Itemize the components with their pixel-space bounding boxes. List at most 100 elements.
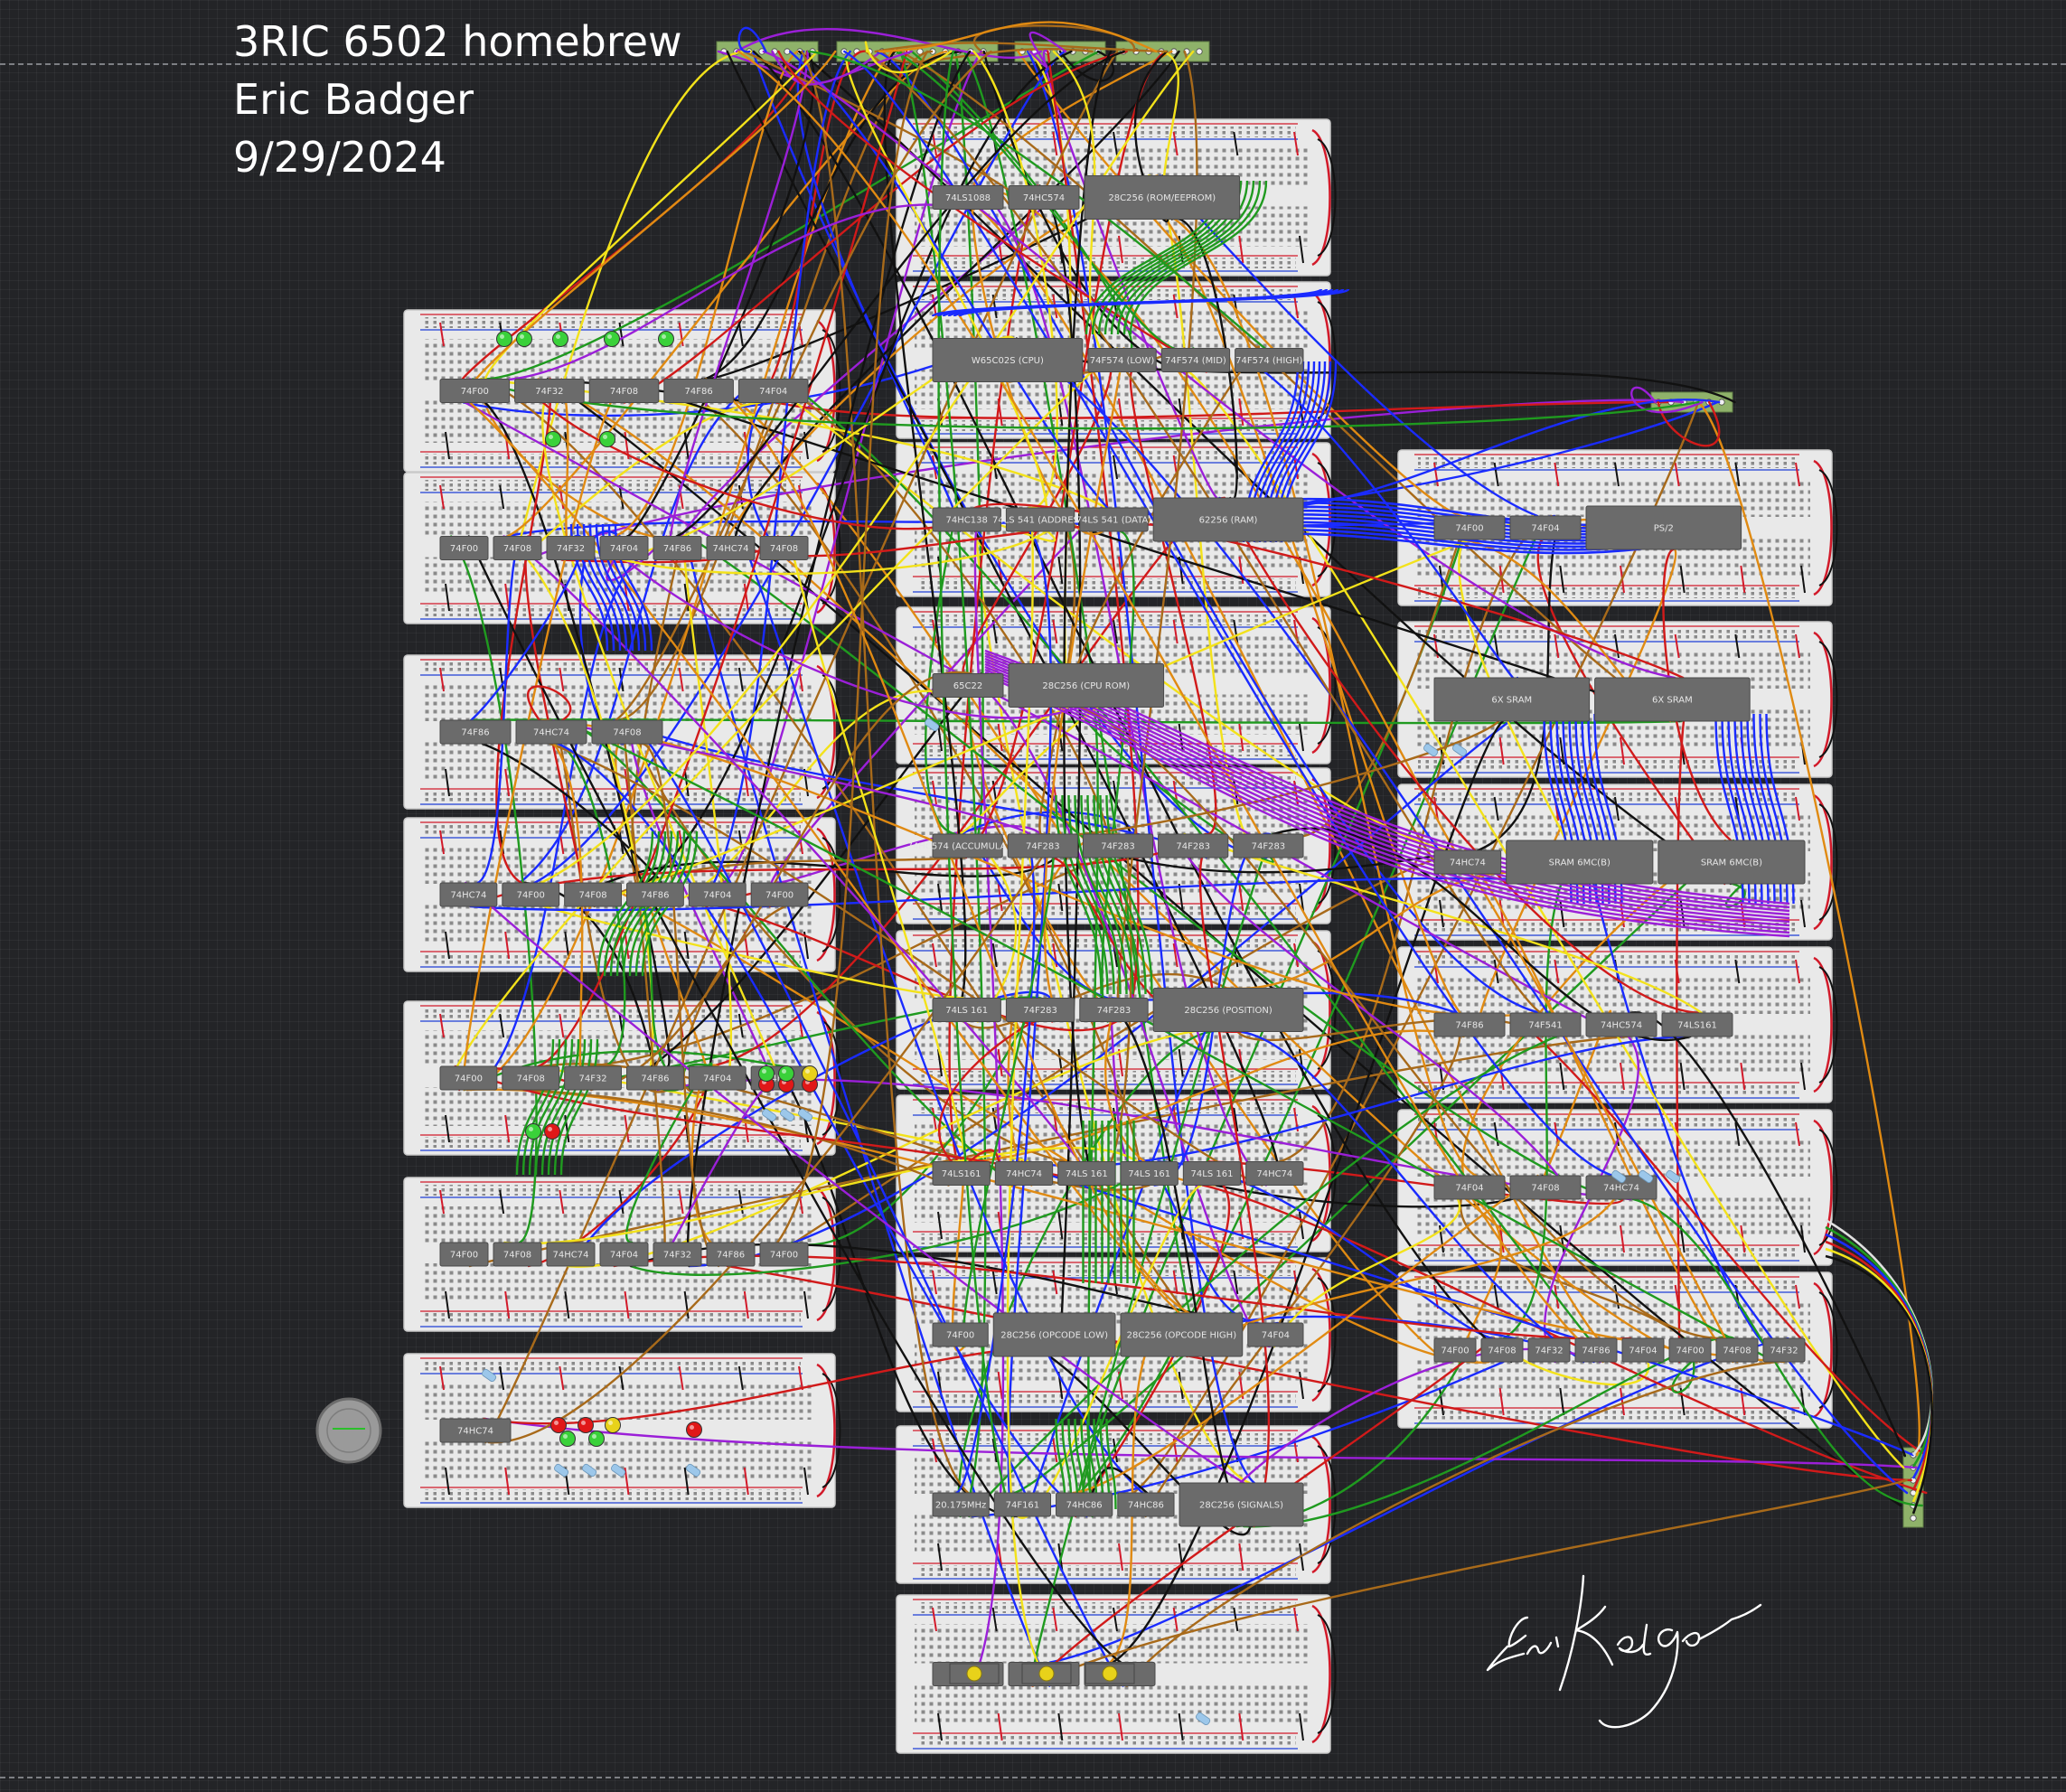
ic-chip[interactable]: 74F08 — [502, 1065, 560, 1091]
ic-chip[interactable]: 74F283 — [1079, 998, 1149, 1022]
ic-chip[interactable]: 74LS 541 (ADDRESS) — [992, 507, 1088, 532]
potentiometer[interactable] — [1085, 1663, 1135, 1684]
potentiometer[interactable] — [1021, 1663, 1072, 1684]
ic-chip[interactable]: 74F32 — [1762, 1337, 1806, 1363]
ic-chip[interactable]: 74F08 — [588, 379, 660, 403]
chip-label: 74F00 — [946, 1331, 974, 1341]
ic-chip[interactable]: 74HC74 — [515, 719, 587, 745]
ic-chip[interactable]: 74LS 541 (DATA) — [1076, 507, 1152, 532]
schematic-canvas[interactable]: 74F00 74F32 74F08 74F86 74F04 74F00 74F08 74F32… — [0, 0, 2066, 1792]
ic-chip[interactable]: 74F04 — [599, 1242, 649, 1267]
ic-chip[interactable]: 74F04 — [1621, 1337, 1665, 1363]
ic-chip[interactable]: 74F32 — [514, 379, 585, 403]
ic-chip[interactable]: 6X SRAM — [1433, 677, 1591, 722]
ic-chip[interactable]: 74LS 161 — [1120, 1161, 1179, 1186]
ic-chip[interactable]: 74F574 (LOW) — [1087, 348, 1157, 372]
ic-chip[interactable]: 74F86 — [706, 1242, 756, 1267]
ic-chip[interactable]: PS/2 — [1585, 505, 1742, 550]
ic-chip[interactable]: 74F86 — [1574, 1337, 1618, 1363]
ic-chip[interactable]: 74HC74 — [706, 536, 756, 560]
ic-chip[interactable]: 74F08 — [591, 719, 663, 745]
ic-chip[interactable]: 74F00 — [1433, 515, 1506, 540]
potentiometer[interactable] — [949, 1663, 1000, 1684]
ic-chip[interactable]: 74F04 — [1247, 1322, 1304, 1347]
ic-chip[interactable]: 74F541 — [1509, 1012, 1582, 1037]
ic-chip[interactable]: 74LS 161 — [1182, 1161, 1242, 1186]
ic-chip[interactable]: 74F32 — [546, 536, 596, 560]
ic-chip[interactable]: 28C256 (POSITION) — [1152, 988, 1304, 1032]
ic-chip[interactable]: 74F00 — [439, 536, 489, 560]
ic-chip[interactable]: 74F08 — [1715, 1337, 1759, 1363]
ic-chip[interactable]: 74F00 — [439, 1065, 498, 1091]
ic-chip[interactable]: 74F04 — [688, 1065, 747, 1091]
ic-chip[interactable]: 74F08 — [493, 536, 542, 560]
ic-chip[interactable]: 74LS1088 — [932, 185, 1004, 210]
ic-chip[interactable]: 65C22 — [932, 673, 1004, 698]
ic-chip[interactable]: 28C256 (ROM/EEPROM) — [1084, 175, 1241, 220]
ic-chip[interactable]: 74F283 — [1005, 998, 1075, 1022]
ic-chip[interactable]: 74F32 — [653, 1242, 702, 1267]
ic-chip[interactable]: 28C256 (CPU ROM) — [1008, 663, 1165, 708]
ic-chip[interactable]: 74F00 — [759, 1242, 809, 1267]
ic-chip[interactable]: 74F08 — [493, 1242, 542, 1267]
ic-chip[interactable]: 74HC74 — [546, 1242, 596, 1267]
ic-chip[interactable]: 74F08 — [564, 882, 623, 907]
ic-chip[interactable]: 74F04 — [688, 882, 747, 907]
ic-chip[interactable]: 74F86 — [663, 379, 734, 403]
ic-chip[interactable]: 62256 (RAM) — [1152, 497, 1304, 542]
chip-label: 74F86 — [663, 544, 691, 554]
ic-chip[interactable]: 74F86 — [439, 719, 512, 745]
ic-chip[interactable]: 74F00 — [439, 1242, 489, 1267]
ic-chip[interactable]: 74F161 — [993, 1492, 1052, 1517]
ic-chip[interactable]: 74F04 — [1509, 515, 1582, 540]
ic-chip[interactable]: 74HC74 — [439, 882, 498, 907]
ic-chip[interactable]: 74HC74 — [1433, 849, 1502, 875]
ic-chip[interactable]: 74HC574 — [1008, 185, 1080, 210]
ic-chip[interactable]: 74HC74 — [439, 1418, 512, 1443]
ic-chip[interactable]: 74LS 161 — [932, 998, 1001, 1022]
ic-chip[interactable]: 74F00 — [1668, 1337, 1712, 1363]
ic-chip[interactable]: 74HC574 — [1585, 1012, 1657, 1037]
ic-chip[interactable]: 74HC74 — [994, 1161, 1054, 1186]
ic-chip[interactable]: 74LS161 — [1661, 1012, 1733, 1037]
ic-chip[interactable]: 74F04 — [737, 379, 809, 403]
ic-chip[interactable]: 74LS 161 — [1057, 1161, 1116, 1186]
chip-label: 74HC74 — [1603, 1184, 1639, 1194]
ic-chip[interactable]: 28C256 (OPCODE LOW) — [992, 1312, 1116, 1357]
ic-chip[interactable]: 74HC138 — [932, 507, 1001, 532]
ic-chip[interactable]: 74F86 — [626, 1065, 684, 1091]
ic-chip[interactable]: 74F283 — [1007, 833, 1078, 858]
ic-chip[interactable]: 74F00 — [1433, 1337, 1477, 1363]
ic-chip[interactable]: 74F574 (HIGH) — [1235, 348, 1304, 372]
chip-label: 74F283 — [1252, 842, 1286, 852]
ic-chip[interactable]: 74F574 (MID) — [1160, 348, 1231, 372]
ic-chip[interactable]: W65C02S (CPU) — [932, 338, 1084, 382]
ic-chip[interactable]: 74F00 — [750, 882, 809, 907]
ic-chip[interactable]: 74F32 — [564, 1065, 623, 1091]
ic-chip[interactable]: 74HC86 — [1117, 1492, 1175, 1517]
ic-chip[interactable]: 74F00 — [502, 882, 560, 907]
ic-chip[interactable]: SRAM 6MC(B) — [1506, 840, 1654, 885]
ic-chip[interactable]: 28C256 (OPCODE HIGH) — [1120, 1312, 1244, 1357]
ic-chip[interactable]: SRAM 6MC(B) — [1657, 840, 1806, 885]
ic-chip[interactable]: 74F283 — [1082, 833, 1154, 858]
ic-chip[interactable]: 74F86 — [653, 536, 702, 560]
ic-chip[interactable]: 74F86 — [626, 882, 684, 907]
ic-chip[interactable]: 74F08 — [759, 536, 809, 560]
ic-chip[interactable]: 74LS161 — [932, 1161, 991, 1186]
ic-chip[interactable]: 74F08 — [1480, 1337, 1524, 1363]
ic-chip[interactable]: 74F08 — [1509, 1175, 1582, 1200]
ic-chip[interactable]: 74F86 — [1433, 1012, 1506, 1037]
ic-chip[interactable]: 74F32 — [1527, 1337, 1571, 1363]
ic-chip[interactable]: 74HC86 — [1056, 1492, 1113, 1517]
ic-chip[interactable]: 6X SRAM — [1594, 677, 1751, 722]
ic-chip[interactable]: 74F283 — [1233, 833, 1304, 858]
ic-chip[interactable]: 74F283 — [1158, 833, 1229, 858]
ic-chip[interactable]: 28C256 (SIGNALS) — [1179, 1482, 1304, 1527]
ic-chip[interactable]: 74F00 — [932, 1322, 989, 1347]
ic-chip[interactable]: 74F04 — [599, 536, 649, 560]
ic-chip[interactable]: 20.175MHz — [932, 1492, 990, 1517]
ic-chip[interactable]: 74HC74 — [1245, 1161, 1304, 1186]
ic-chip[interactable]: 74F00 — [439, 379, 511, 403]
ic-chip[interactable]: 74F04 — [1433, 1175, 1506, 1200]
